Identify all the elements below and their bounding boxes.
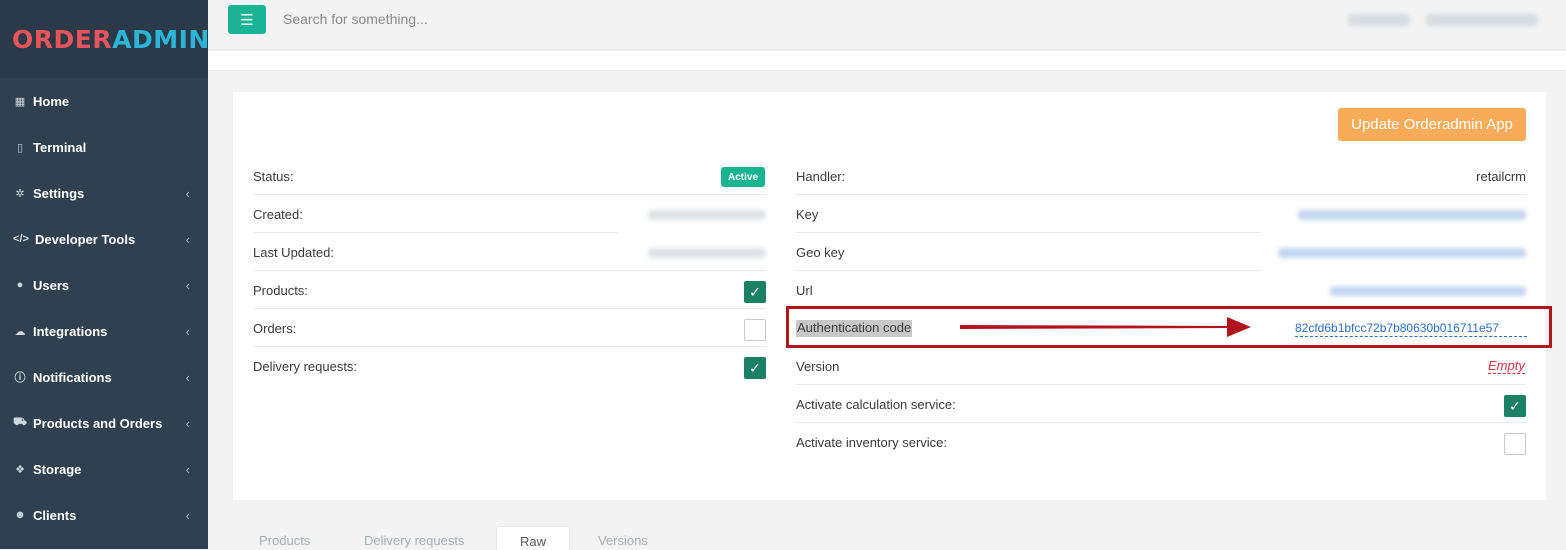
delivery-requests-label: Delivery requests: bbox=[253, 359, 358, 374]
users-icon: ☻ bbox=[14, 509, 26, 521]
blurred-account-menu[interactable] bbox=[1348, 14, 1410, 26]
divider bbox=[796, 422, 1526, 423]
top-navbar: ☰ Search for something... bbox=[208, 0, 1566, 50]
inventory-service-label: Activate inventory service: bbox=[796, 435, 948, 450]
page-header-strip bbox=[208, 51, 1566, 71]
annotation-arrow-icon bbox=[960, 317, 1251, 337]
divider bbox=[796, 384, 1526, 385]
sidebar-item-label: Settings bbox=[33, 185, 85, 201]
cart-icon: ⛟ bbox=[13, 416, 27, 428]
tab-products[interactable]: Products bbox=[259, 525, 329, 549]
sidebar-item-label: Notifications bbox=[33, 369, 112, 385]
geo-key-value-redacted[interactable] bbox=[1278, 248, 1526, 258]
sidebar-item-label: Terminal bbox=[33, 139, 87, 155]
calc-service-label: Activate calculation service: bbox=[796, 397, 956, 412]
status-badge: Active bbox=[721, 167, 766, 187]
code-icon: </> bbox=[13, 233, 29, 245]
sidebar-item-products-and-orders[interactable]: ⛟ Products and Orders ‹ bbox=[0, 400, 208, 446]
cloud-icon: ☁ bbox=[14, 325, 26, 338]
sidebar-item-clients[interactable]: ☻ Clients ‹ bbox=[0, 492, 208, 538]
geo-key-label: Geo key bbox=[796, 245, 845, 260]
check-icon: ✓ bbox=[1509, 397, 1521, 414]
divider bbox=[253, 270, 766, 271]
delivery-requests-checkbox[interactable]: ✓ bbox=[744, 357, 766, 379]
handler-label: Handler: bbox=[796, 169, 846, 184]
menu-toggle-button[interactable]: ☰ bbox=[228, 5, 266, 34]
divider bbox=[796, 194, 1526, 195]
chevron-left-icon: ‹ bbox=[185, 323, 190, 339]
products-checkbox[interactable]: ✓ bbox=[744, 281, 766, 303]
grid-icon: ▦ bbox=[14, 95, 26, 108]
hamburger-icon: ☰ bbox=[240, 11, 254, 29]
version-label: Version bbox=[796, 359, 840, 374]
update-app-button[interactable]: Update Orderadmin App bbox=[1338, 108, 1526, 141]
sidebar-item-label: Products and Orders bbox=[33, 415, 163, 431]
divider bbox=[253, 232, 618, 233]
chevron-left-icon: ‹ bbox=[185, 369, 190, 385]
key-value-redacted[interactable] bbox=[1298, 210, 1526, 220]
sidebar-item-terminal[interactable]: ▯ Terminal bbox=[0, 124, 208, 170]
products-label: Products: bbox=[253, 283, 308, 298]
version-value[interactable]: Empty bbox=[1488, 358, 1525, 374]
url-label: Url bbox=[796, 283, 813, 298]
sidebar-item-notifications[interactable]: ⓘ Notifications ‹ bbox=[0, 354, 208, 400]
check-icon: ✓ bbox=[749, 283, 761, 300]
info-icon: ⓘ bbox=[14, 372, 26, 384]
tab-raw[interactable]: Raw bbox=[496, 526, 570, 550]
last-updated-label: Last Updated: bbox=[253, 245, 334, 260]
search-input[interactable]: Search for something... bbox=[283, 11, 428, 27]
sidebar-item-users[interactable]: ● Users ‹ bbox=[0, 262, 208, 308]
sidebar-item-storage[interactable]: ❖ Storage ‹ bbox=[0, 446, 208, 492]
logo[interactable]: ORDERADMIN bbox=[0, 0, 210, 78]
handler-value: retailcrm bbox=[1476, 169, 1526, 184]
calc-service-checkbox[interactable]: ✓ bbox=[1504, 395, 1526, 417]
gear-icon: ✲ bbox=[15, 187, 25, 200]
chevron-left-icon: ‹ bbox=[185, 415, 190, 431]
sidebar-item-label: Users bbox=[33, 277, 70, 293]
chevron-left-icon: ‹ bbox=[185, 231, 190, 247]
sidebar-item-developer-tools[interactable]: </> Developer Tools ‹ bbox=[0, 216, 208, 262]
sidebar-item-label: Developer Tools bbox=[35, 231, 136, 247]
sidebar-item-settings[interactable]: ✲ Settings ‹ bbox=[0, 170, 208, 216]
divider bbox=[253, 346, 766, 347]
sidebar-item-home[interactable]: ▦ Home bbox=[0, 78, 208, 124]
status-label: Status: bbox=[253, 169, 294, 184]
blurred-username[interactable] bbox=[1426, 14, 1538, 26]
created-label: Created: bbox=[253, 207, 303, 222]
tablet-icon: ▯ bbox=[16, 141, 24, 154]
last-updated-value-redacted bbox=[648, 248, 766, 258]
divider bbox=[253, 194, 766, 195]
user-icon: ● bbox=[16, 279, 24, 291]
created-value-redacted bbox=[648, 210, 766, 220]
sidebar-item-label: Storage bbox=[33, 461, 82, 477]
divider bbox=[796, 270, 1261, 271]
sidebar-item-label: Integrations bbox=[33, 323, 108, 339]
sidebar: ORDERADMIN ▦ Home ▯ Terminal ✲ Settings … bbox=[0, 0, 210, 549]
divider bbox=[253, 308, 766, 309]
logo-text-admin: ADMIN bbox=[112, 24, 210, 54]
check-icon: ✓ bbox=[749, 359, 761, 376]
divider bbox=[796, 232, 1261, 233]
logo-text-order: ORDER bbox=[12, 24, 113, 54]
chevron-left-icon: ‹ bbox=[185, 185, 190, 201]
sidebar-item-label: Home bbox=[33, 93, 70, 109]
tab-delivery-requests[interactable]: Delivery requests bbox=[364, 525, 494, 549]
sidebar-item-label: Clients bbox=[33, 507, 77, 523]
orders-checkbox[interactable] bbox=[744, 319, 766, 341]
cubes-icon: ❖ bbox=[15, 463, 25, 476]
chevron-left-icon: ‹ bbox=[185, 507, 190, 523]
chevron-left-icon: ‹ bbox=[185, 461, 190, 477]
url-value-redacted[interactable] bbox=[1330, 286, 1526, 296]
tab-versions[interactable]: Versions bbox=[598, 525, 668, 549]
inventory-service-checkbox[interactable] bbox=[1504, 433, 1526, 455]
orders-label: Orders: bbox=[253, 321, 297, 336]
sidebar-item-integrations[interactable]: ☁ Integrations ‹ bbox=[0, 308, 208, 354]
key-label: Key bbox=[796, 207, 819, 222]
chevron-left-icon: ‹ bbox=[185, 277, 190, 293]
